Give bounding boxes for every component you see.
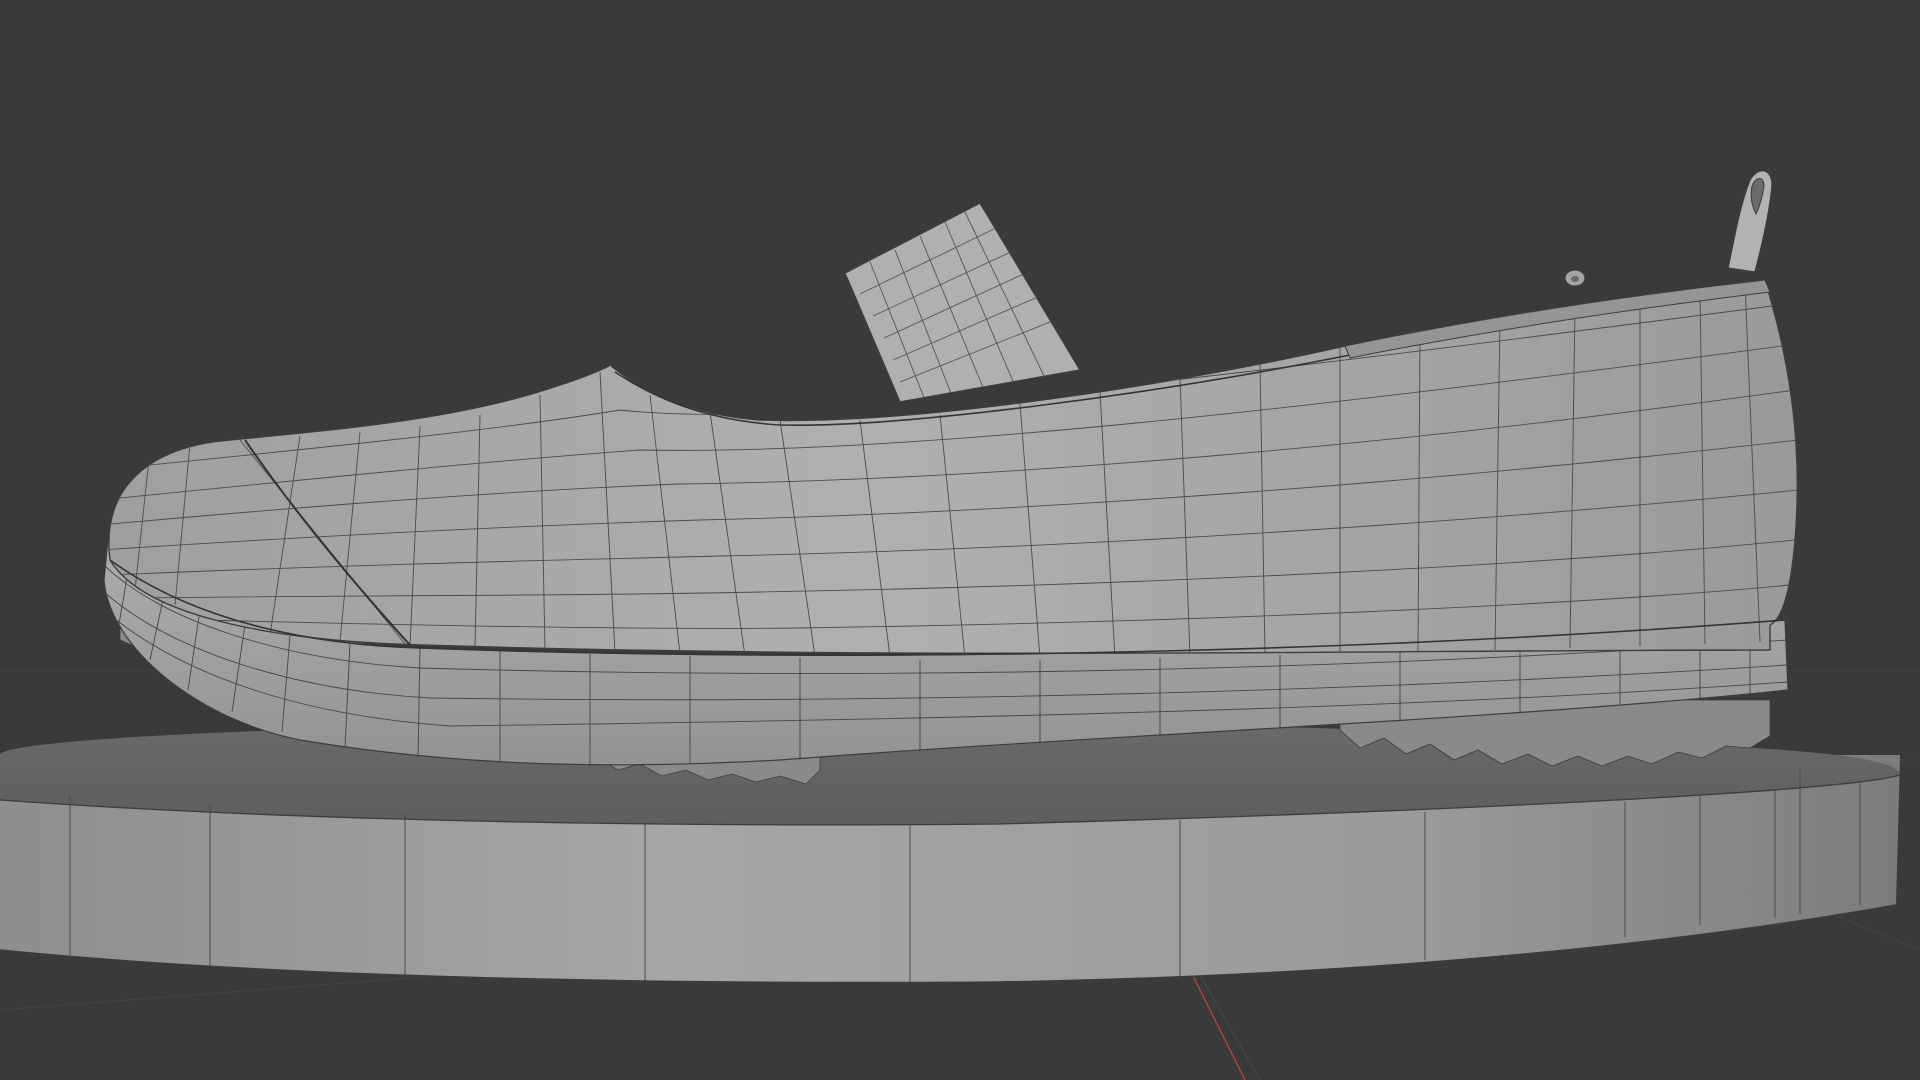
viewport-scene[interactable] xyxy=(0,0,1920,1080)
3d-viewport[interactable] xyxy=(0,0,1920,1080)
shoe-strap[interactable] xyxy=(844,199,1082,403)
heel-pull-tab[interactable] xyxy=(1727,170,1773,273)
heel-loop[interactable] xyxy=(1564,269,1586,287)
